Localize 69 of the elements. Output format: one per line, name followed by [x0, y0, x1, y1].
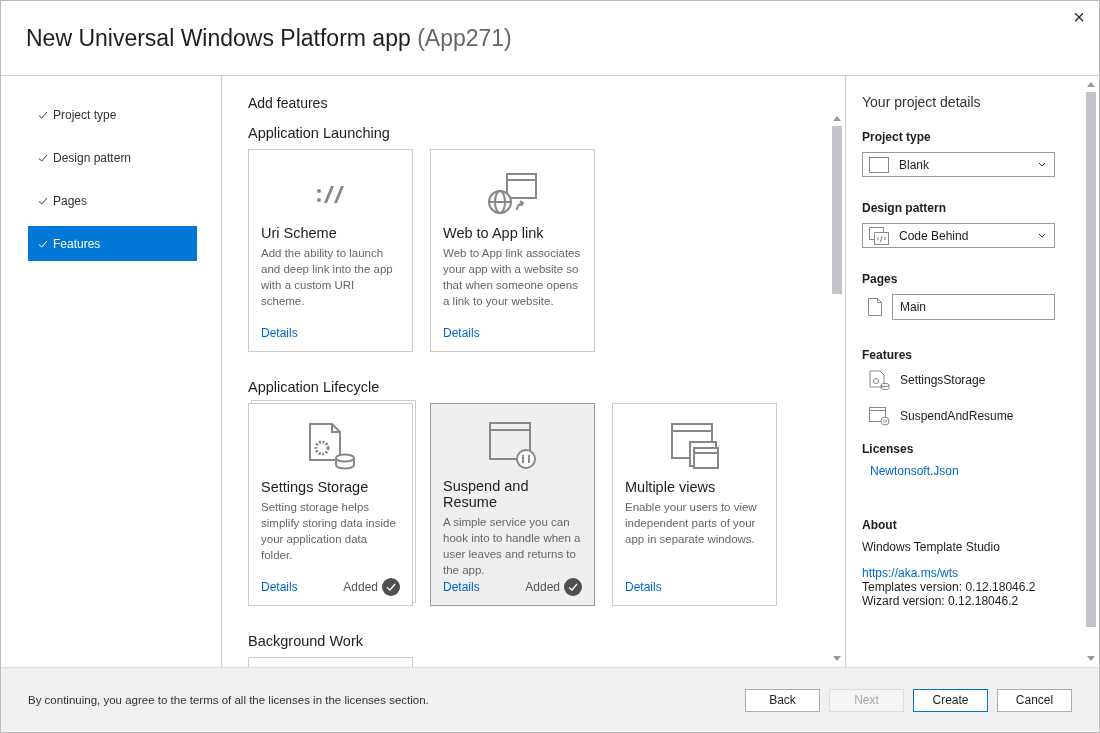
feature-card[interactable]: Web to App link Web to App link associates your app with a website so that when someone opens a link to your website. Details	[430, 149, 595, 352]
check-icon	[38, 152, 48, 163]
panel-heading: Your project details	[862, 94, 982, 110]
card-description: A simple service you can hook into to handle when a user leaves and returns to the app.	[443, 514, 582, 578]
scrollbar[interactable]	[1084, 82, 1097, 661]
code-window-icon	[869, 226, 889, 245]
window-title: New Universal Windows Platform app (App271)	[26, 24, 512, 52]
details-link[interactable]: Details	[443, 580, 480, 595]
card-description: Enable your users to view independent parts of your app in separate windows.	[625, 500, 758, 547]
card-description: Add the ability to launch and deep link into the app with a custom URI scheme.	[261, 246, 394, 309]
window-pause-icon	[868, 406, 890, 426]
version-text: Templates version: 0.12.18046.2	[862, 580, 1037, 594]
card-title: Multiple views	[625, 479, 717, 495]
caret-icon	[1038, 233, 1046, 238]
license-note: By continuing, you agree to the terms of all the licenses in the licenses section.	[28, 694, 429, 706]
card-title: Suspend and Resume	[443, 477, 530, 510]
field-label: Pages	[862, 272, 899, 286]
close-button[interactable]: ×	[1067, 6, 1091, 29]
check-icon	[38, 109, 48, 120]
footer-button[interactable]: Back	[745, 688, 820, 712]
details-link[interactable]: Details	[261, 580, 298, 594]
multiple-windows-icon	[669, 422, 720, 470]
field-label: Licenses	[862, 442, 915, 456]
details-link[interactable]: Details	[625, 580, 662, 594]
field-label: Design pattern	[862, 201, 947, 215]
check-icon	[38, 195, 48, 206]
feature-card[interactable]: Uri Scheme Add the ability to launch and deep link into the app with a custom URI scheme. Details	[248, 149, 413, 352]
group-title: Background Work	[248, 633, 364, 649]
card-title: Settings Storage	[261, 479, 370, 495]
card-description: Setting storage helps simplify storing data inside your application data folder.	[261, 500, 397, 563]
feature-card[interactable]: Settings Storage Setting storage helps simplify storing data inside your application data folder. Details Added	[248, 403, 413, 606]
card-description: Web to App link associates your app with a website so that when someone opens a link to your website.	[443, 246, 582, 309]
feature-card[interactable]: Suspend and Resume A simple service you can hook into to handle when a user leaves and returns to the app. Details Added	[430, 403, 595, 606]
scrollbar[interactable]	[830, 116, 843, 661]
document-gear-icon	[868, 370, 890, 390]
feature-name: SettingsStorage	[900, 373, 986, 387]
footer-button[interactable]: Create	[913, 688, 988, 712]
field-label: About	[862, 518, 898, 532]
card-title: Uri Scheme	[261, 225, 338, 241]
step-item[interactable]: Design pattern	[28, 140, 197, 175]
field-label: Features	[862, 348, 914, 362]
feature-card[interactable]: Multiple views Enable your users to view independent parts of your app in separate windows. Details	[612, 403, 777, 606]
group-title: Application Launching	[248, 125, 391, 141]
step-item[interactable]: Pages	[28, 183, 197, 218]
feature-name: SuspendAndResume	[900, 409, 1014, 423]
blank-page-icon	[869, 156, 889, 173]
step-item[interactable]: Features	[28, 226, 197, 261]
check-icon	[38, 238, 48, 249]
field-label: Project type	[862, 130, 932, 144]
group-title: Application Lifecycle	[248, 379, 381, 395]
details-link[interactable]: Details	[443, 326, 480, 340]
details-link[interactable]: Details	[261, 326, 298, 340]
design-pattern-dropdown[interactable]: Code Behind	[862, 223, 1055, 248]
page-icon	[868, 298, 882, 316]
product-name: Windows Template Studio	[862, 540, 1001, 554]
section-heading: Add features	[248, 95, 329, 111]
license-link[interactable]: Newtonsoft.Json	[870, 464, 1084, 478]
caret-icon	[1038, 162, 1046, 167]
project-type-dropdown[interactable]: Blank	[862, 152, 1055, 177]
window-pause-icon	[487, 420, 538, 469]
added-label: Added	[343, 580, 378, 594]
page-name-field[interactable]: Main	[892, 294, 1055, 320]
version-text: Wizard version: 0.12.18046.2	[862, 594, 1020, 608]
added-label: Added	[525, 580, 560, 595]
card-title: Web to App link	[443, 225, 545, 241]
footer-button[interactable]: Cancel	[997, 688, 1072, 712]
website-link[interactable]: https://aka.ms/wts	[862, 566, 1084, 580]
globe-window-icon	[486, 172, 539, 216]
step-item[interactable]: Project type	[28, 97, 197, 132]
